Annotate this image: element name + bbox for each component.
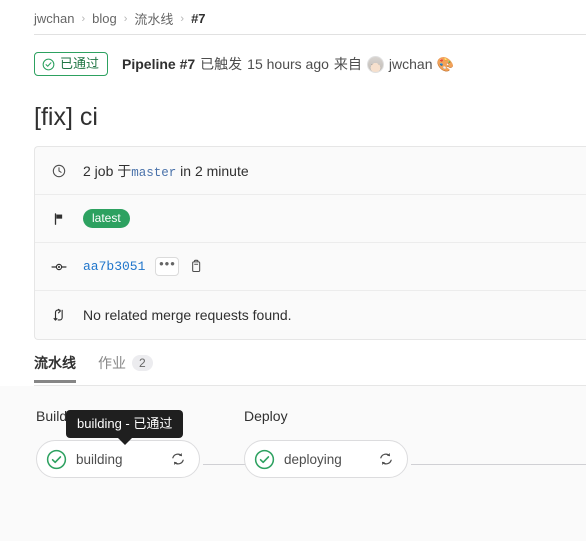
stage-connector-line-right xyxy=(411,464,586,465)
tab-pipeline-label: 流水线 xyxy=(34,355,76,371)
clock-icon xyxy=(49,164,69,178)
status-badge-label: 已通过 xyxy=(60,56,100,71)
clipboard-icon[interactable] xyxy=(189,259,203,274)
job-count-label: 2 job 于 xyxy=(83,162,132,179)
breadcrumb-item-project[interactable]: blog xyxy=(92,11,117,26)
breadcrumb-item-pipelines[interactable]: 流水线 xyxy=(134,9,173,28)
commit-sha-link[interactable]: aa7b3051 xyxy=(83,259,145,274)
stage-connector-line xyxy=(203,464,248,465)
breadcrumb-item-namespace[interactable]: jwchan xyxy=(34,11,74,26)
duration-label: in 2 minute xyxy=(180,162,249,179)
check-circle-icon xyxy=(254,449,275,470)
tab-jobs-label: 作业 xyxy=(98,355,126,371)
retry-icon[interactable] xyxy=(375,448,397,470)
job-name-deploying: deploying xyxy=(284,451,342,467)
merge-request-icon xyxy=(49,308,69,322)
time-ago: 15 hours ago xyxy=(247,56,329,72)
info-row-commit: aa7b3051 ••• xyxy=(35,243,586,291)
page-title: [fix] ci xyxy=(34,103,98,131)
stage-deploy-label: Deploy xyxy=(244,408,288,424)
breadcrumb: jwchan › blog › 流水线 › #7 xyxy=(34,9,206,28)
retry-icon[interactable] xyxy=(167,448,189,470)
flag-icon xyxy=(49,212,69,226)
check-circle-icon xyxy=(46,449,67,470)
avatar[interactable] xyxy=(366,55,384,73)
breadcrumb-separator-icon: › xyxy=(180,12,185,25)
palette-emoji-icon: 🎨 xyxy=(436,56,454,72)
commit-icon xyxy=(49,260,69,274)
status-badge[interactable]: 已通过 xyxy=(34,52,109,76)
pipeline-info-card: 2 job 于master in 2 minute latest aa7b305 xyxy=(34,146,586,340)
job-card-deploying[interactable]: deploying xyxy=(244,440,408,478)
expand-commit-button[interactable]: ••• xyxy=(155,257,180,276)
merge-request-text: No related merge requests found. xyxy=(83,307,292,323)
triggered-label: 已触发 xyxy=(200,56,243,72)
info-row-latest: latest xyxy=(35,195,586,243)
breadcrumb-divider xyxy=(34,34,586,35)
stage-deploy: Deploy deploying xyxy=(244,408,408,478)
tab-jobs-count: 2 xyxy=(132,355,153,371)
pipeline-header: 已通过 Pipeline #7 已触发 15 hours ago 来自 jwch… xyxy=(34,52,454,76)
info-duration-text: 2 job 于master in 2 minute xyxy=(83,161,249,181)
branch-name[interactable]: master xyxy=(131,166,176,180)
pipeline-header-text: Pipeline #7 已触发 15 hours ago 来自 jwchan 🎨 xyxy=(122,54,454,74)
info-row-merge-request: No related merge requests found. xyxy=(35,291,586,339)
user-name[interactable]: jwchan xyxy=(389,56,433,72)
job-card-building[interactable]: building xyxy=(36,440,200,478)
breadcrumb-separator-icon: › xyxy=(81,12,86,25)
pipeline-page: jwchan › blog › 流水线 › #7 已通过 Pipeline #7… xyxy=(0,0,586,541)
job-tooltip: building - 已通过 xyxy=(66,410,184,445)
tab-pipeline[interactable]: 流水线 xyxy=(34,353,86,383)
check-circle-icon xyxy=(42,58,55,71)
by-label: 来自 xyxy=(333,56,362,72)
tab-bar: 流水线 作业 2 xyxy=(34,353,163,383)
breadcrumb-separator-icon: › xyxy=(123,12,128,25)
info-row-duration: 2 job 于master in 2 minute xyxy=(35,147,586,195)
job-name-building: building xyxy=(76,451,123,467)
pipeline-number-label: Pipeline #7 xyxy=(122,56,196,72)
latest-badge: latest xyxy=(83,209,130,228)
tab-jobs[interactable]: 作业 2 xyxy=(86,353,163,383)
breadcrumb-item-current: #7 xyxy=(191,11,206,26)
